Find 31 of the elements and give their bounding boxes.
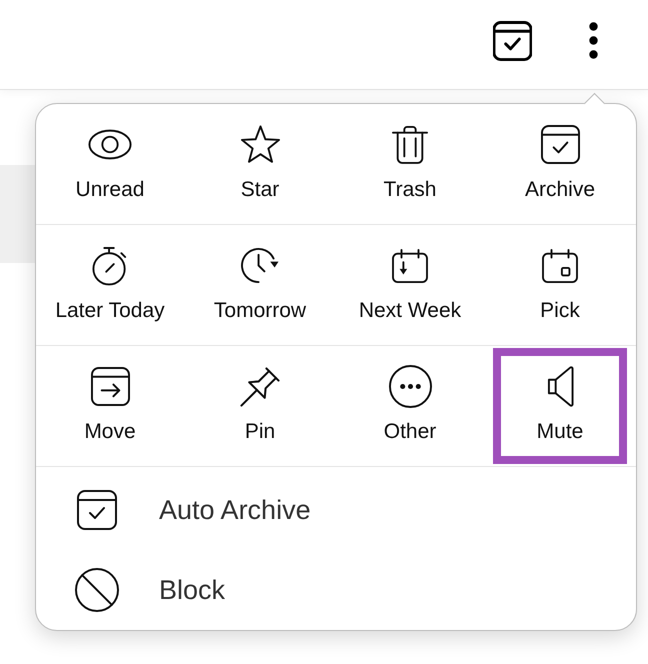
speaker-icon <box>546 365 574 408</box>
menu-item[interactable]: Auto Archive <box>36 470 636 550</box>
pushpin-icon <box>240 366 280 406</box>
action-button[interactable]: Archive <box>493 106 627 222</box>
action-button[interactable]: Trash <box>343 106 477 222</box>
more-button[interactable] <box>589 22 598 59</box>
clock-arrow-icon <box>240 247 280 284</box>
action-button[interactable]: Move <box>43 348 177 464</box>
calendar-arrow-icon <box>392 248 428 282</box>
calendar-check-icon <box>77 490 117 530</box>
action-button[interactable]: Star <box>193 106 327 222</box>
calendar-check-icon <box>540 125 580 164</box>
calendar-icon <box>542 248 578 282</box>
action-button[interactable]: Mute <box>493 348 627 464</box>
stopwatch-icon <box>92 246 128 286</box>
star-icon <box>240 125 280 164</box>
action-button[interactable]: Later Today <box>43 227 177 343</box>
action-button[interactable]: Tomorrow <box>193 227 327 343</box>
action-button[interactable]: Pick <box>493 227 627 343</box>
action-button[interactable]: Pin <box>193 348 327 464</box>
trash-icon <box>392 125 428 164</box>
archive-button[interactable] <box>493 20 532 60</box>
calendar-check-icon <box>493 20 532 60</box>
ellipsis-circle-icon <box>388 365 432 408</box>
action-button[interactable]: Next Week <box>343 227 477 343</box>
action-button[interactable]: Unread <box>43 106 177 222</box>
menu-item[interactable]: Block <box>36 550 636 630</box>
prohibited-icon <box>75 568 119 612</box>
eye-icon <box>88 129 132 160</box>
more-icon <box>589 22 598 59</box>
action-button[interactable]: Other <box>343 348 477 464</box>
